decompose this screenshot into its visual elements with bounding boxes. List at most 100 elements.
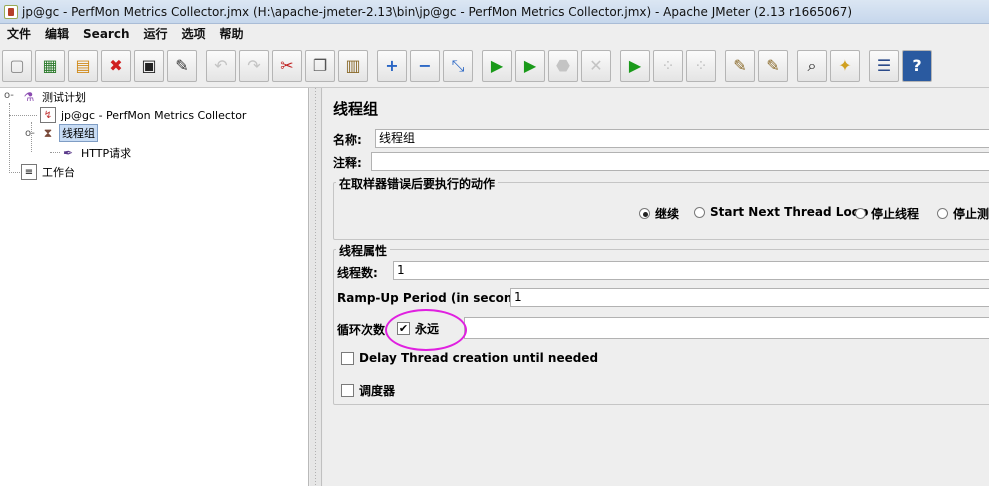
loop-count-field[interactable] bbox=[464, 317, 989, 339]
collapse-button[interactable]: − bbox=[410, 49, 440, 82]
rampup-field[interactable]: 1 bbox=[510, 288, 989, 307]
scheduler-checkbox[interactable]: 调度器 bbox=[341, 382, 395, 399]
tree-node-label: 线程组 bbox=[59, 124, 98, 142]
remote-shutdown-button[interactable]: ⁘ bbox=[686, 49, 716, 82]
function-helper-icon: ☰ bbox=[876, 56, 892, 75]
toggle-icon: ⤡ bbox=[451, 55, 465, 75]
menu-search[interactable]: Search bbox=[76, 24, 136, 44]
checkbox-indicator bbox=[341, 384, 354, 397]
menu-help[interactable]: 帮助 bbox=[213, 24, 251, 44]
expand-button[interactable]: + bbox=[377, 49, 407, 82]
cut-icon: ✂ bbox=[280, 56, 294, 75]
tree-node-label: jp@gc - PerfMon Metrics Collector bbox=[61, 108, 247, 122]
toggle-button[interactable]: ⤡ bbox=[443, 49, 473, 82]
tree-node-workbench[interactable]: ≡ 工作台 bbox=[21, 163, 77, 181]
tree-node-perfmon[interactable]: ↯ jp@gc - PerfMon Metrics Collector bbox=[40, 106, 248, 124]
save-button[interactable]: ▣ bbox=[134, 49, 164, 82]
delay-thread-creation-checkbox[interactable]: Delay Thread creation until needed bbox=[341, 351, 598, 365]
tree-node-http-request[interactable]: ✒ HTTP请求 bbox=[60, 144, 133, 162]
error-action-legend: 在取样器错误后要执行的动作 bbox=[336, 175, 499, 192]
spool-icon: ⧗ bbox=[43, 125, 53, 140]
radio-label: 停止线程 bbox=[871, 207, 920, 221]
paste-button[interactable]: ▥ bbox=[338, 49, 368, 82]
open-button[interactable]: ▤ bbox=[68, 49, 98, 82]
tree-node-label: 工作台 bbox=[42, 166, 75, 179]
workbench-icon: ≡ bbox=[21, 164, 37, 180]
remote-start-icon: ▶ bbox=[628, 56, 642, 75]
comment-field[interactable] bbox=[371, 152, 989, 171]
radio-stop-thread[interactable]: 停止线程 bbox=[855, 205, 919, 222]
search-icon: ⌕ bbox=[807, 55, 817, 75]
tree-node-label: 测试计划 bbox=[42, 91, 86, 104]
redo-button[interactable]: ↷ bbox=[239, 49, 269, 82]
delay-thread-creation-label: Delay Thread creation until needed bbox=[359, 351, 599, 365]
expand-icon: + bbox=[385, 56, 399, 75]
shutdown-icon: ✕ bbox=[589, 56, 603, 75]
stop-icon: ⬣ bbox=[556, 56, 570, 75]
search-button[interactable]: ⌕ bbox=[797, 49, 827, 82]
clear-icon: ✎ bbox=[733, 56, 747, 75]
reset-search-button[interactable]: ✦ bbox=[830, 49, 860, 82]
menu-file[interactable]: 文件 bbox=[0, 24, 38, 44]
help-icon: ? bbox=[912, 56, 922, 75]
clear-all-button[interactable]: ✎ bbox=[758, 49, 788, 82]
paste-icon: ▥ bbox=[345, 56, 361, 75]
start-icon: ▶ bbox=[490, 56, 504, 75]
thread-group-panel: 线程组 名称: 线程组 注释: 在取样器错误后要执行的动作 继续 Start N… bbox=[323, 88, 989, 486]
start-no-pause-button[interactable]: ▶ bbox=[515, 49, 545, 82]
close-file-button[interactable]: ✖ bbox=[101, 49, 131, 82]
radio-indicator bbox=[855, 208, 866, 219]
copy-icon: ❐ bbox=[312, 56, 328, 75]
loop-count-label: 循环次数 bbox=[337, 323, 386, 337]
radio-stop-test[interactable]: 停止测 bbox=[937, 205, 989, 222]
cut-button[interactable]: ✂ bbox=[272, 49, 302, 82]
toolbar: ▢ ▦ ▤ ✖ ▣ ✎ ↶ ↷ ✂ ❐ ▥ + − ⤡ ▶ ▶ ⬣ ✕ ▶ ⁘ … bbox=[0, 44, 989, 88]
radio-continue[interactable]: 继续 bbox=[639, 205, 679, 222]
forever-checkbox[interactable]: ✔ 永远 bbox=[397, 320, 439, 337]
remote-stop-icon: ⁘ bbox=[661, 56, 675, 75]
menu-bar: 文件 编辑 Search 运行 选项 帮助 bbox=[0, 24, 989, 44]
remote-stop-button[interactable]: ⁘ bbox=[653, 49, 683, 82]
checkbox-indicator bbox=[341, 351, 354, 365]
graph-listener-icon: ↯ bbox=[40, 107, 56, 123]
tree-node-test-plan[interactable]: ⚗ 测试计划 bbox=[21, 88, 88, 106]
radio-start-next-loop[interactable]: Start Next Thread Loop bbox=[694, 205, 869, 219]
copy-button[interactable]: ❐ bbox=[305, 49, 335, 82]
clear-button[interactable]: ✎ bbox=[725, 49, 755, 82]
menu-run[interactable]: 运行 bbox=[136, 24, 174, 44]
shutdown-button[interactable]: ✕ bbox=[581, 49, 611, 82]
radio-indicator bbox=[937, 208, 948, 219]
radio-indicator bbox=[639, 208, 650, 219]
undo-icon: ↶ bbox=[214, 56, 228, 75]
save-as-button[interactable]: ✎ bbox=[167, 49, 197, 82]
radio-label: 停止测 bbox=[953, 207, 989, 221]
function-helper-button[interactable]: ☰ bbox=[869, 49, 899, 82]
templates-icon: ▦ bbox=[42, 56, 58, 75]
start-no-pause-icon: ▶ bbox=[523, 56, 537, 75]
reset-search-icon: ✦ bbox=[838, 56, 852, 75]
tree-node-thread-group[interactable]: ⧗ 线程组 bbox=[40, 124, 98, 142]
tree-toggle-test-plan[interactable]: o- bbox=[4, 90, 14, 101]
test-plan-tree: o- ⚗ 测试计划 ↯ jp@gc - PerfMon Metrics Coll… bbox=[0, 88, 309, 486]
clear-all-icon: ✎ bbox=[766, 56, 780, 75]
undo-button[interactable]: ↶ bbox=[206, 49, 236, 82]
start-button[interactable]: ▶ bbox=[482, 49, 512, 82]
panel-splitter[interactable] bbox=[310, 88, 322, 486]
pipette-icon: ✒ bbox=[62, 146, 74, 160]
templates-button[interactable]: ▦ bbox=[35, 49, 65, 82]
remote-start-button[interactable]: ▶ bbox=[620, 49, 650, 82]
tree-toggle-thread-group[interactable]: o- bbox=[25, 128, 35, 139]
name-field[interactable]: 线程组 bbox=[375, 129, 989, 148]
help-button[interactable]: ? bbox=[902, 49, 932, 82]
new-icon: ▢ bbox=[9, 56, 25, 75]
save-as-icon: ✎ bbox=[175, 56, 189, 75]
radio-indicator bbox=[694, 206, 705, 218]
collapse-icon: − bbox=[418, 56, 432, 75]
menu-edit[interactable]: 编辑 bbox=[38, 24, 76, 44]
name-label: 名称: bbox=[333, 133, 362, 147]
new-button[interactable]: ▢ bbox=[2, 49, 32, 82]
threads-field[interactable]: 1 bbox=[393, 261, 989, 280]
stop-button[interactable]: ⬣ bbox=[548, 49, 578, 82]
tree-node-label: HTTP请求 bbox=[81, 147, 132, 160]
menu-options[interactable]: 选项 bbox=[175, 24, 213, 44]
